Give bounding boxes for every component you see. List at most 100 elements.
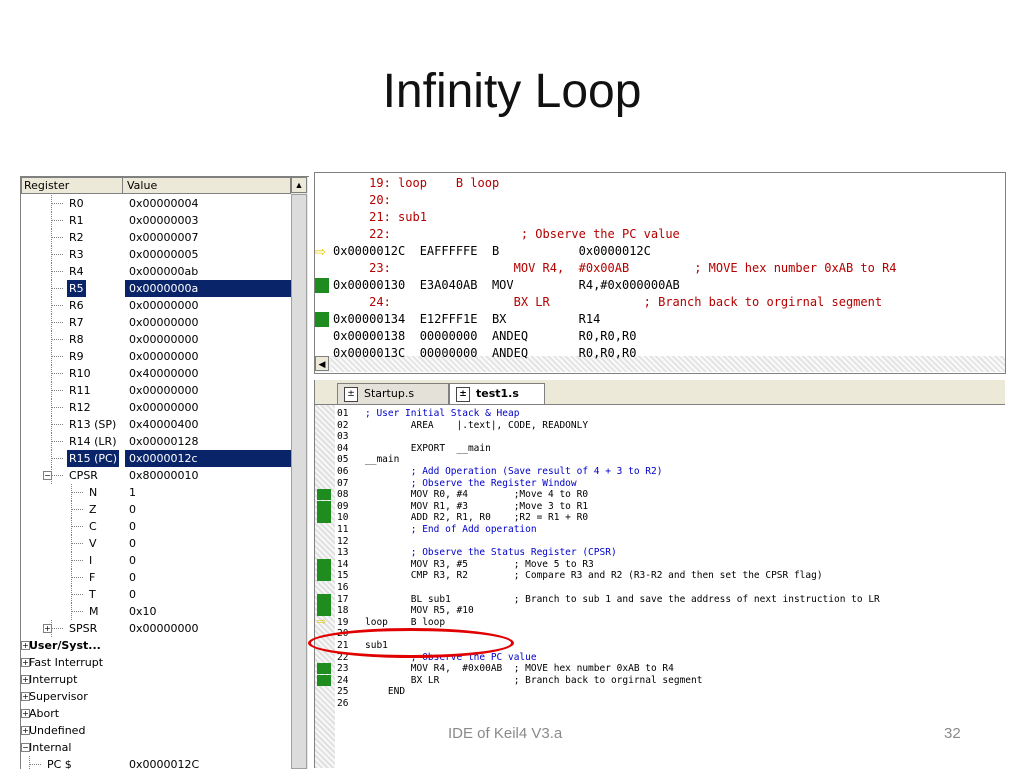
register-row[interactable]: − Internal — [21, 739, 291, 756]
register-value[interactable]: 0x00000005 — [129, 246, 199, 263]
register-value[interactable]: 0x40000000 — [129, 365, 199, 382]
register-row[interactable]: C0 — [21, 518, 291, 535]
register-row[interactable]: R8 0x00000000 — [21, 331, 291, 348]
register-row[interactable]: PC $ 0x0000012C — [21, 756, 291, 769]
register-value[interactable]: 0x0000000a — [125, 280, 291, 297]
source-line[interactable]: 10 ADD R2, R1, R0 ;R2 = R1 + R0 — [315, 512, 1005, 523]
disassembly-line[interactable]: 0x00000134 E12FFF1E BX R14 — [333, 311, 600, 328]
register-value[interactable]: 0x00000000 — [129, 348, 199, 365]
register-value[interactable]: 0x00000128 — [129, 433, 199, 450]
register-row[interactable]: + Fast Interrupt — [21, 654, 291, 671]
scroll-left-icon[interactable]: ◀ — [315, 356, 329, 371]
register-value[interactable]: 0x0000012c — [125, 450, 291, 467]
register-value[interactable]: 0 — [129, 552, 136, 569]
register-row[interactable]: F0 — [21, 569, 291, 586]
register-value[interactable]: 0x00000003 — [129, 212, 199, 229]
disassembly-line[interactable]: 24: BX LR ; Branch back to orgirnal segm… — [333, 294, 882, 311]
disassembly-line[interactable]: 22: ; Observe the PC value — [333, 226, 680, 243]
source-line[interactable]: 23 MOV R4, #0x00AB ; MOVE hex number 0xA… — [315, 663, 1005, 674]
register-row[interactable]: + Interrupt — [21, 671, 291, 688]
disassembly-line[interactable]: 19: loop B loop — [333, 175, 499, 192]
source-line[interactable]: 15 CMP R3, R2 ; Compare R3 and R2 (R3-R2… — [315, 570, 1005, 581]
collapse-icon[interactable]: − — [43, 471, 52, 480]
source-line[interactable]: 05 __main — [315, 454, 1005, 465]
register-value[interactable]: 0x0000012C — [129, 756, 199, 769]
register-row[interactable]: R3 0x00000005 — [21, 246, 291, 263]
register-value[interactable]: 0 — [129, 518, 136, 535]
register-value[interactable]: 1 — [129, 484, 136, 501]
register-value[interactable]: 0x00000000 — [129, 620, 199, 637]
disassembly-line[interactable]: 23: MOV R4, #0x00AB ; MOVE hex number 0x… — [333, 260, 896, 277]
source-line[interactable]: 09 MOV R1, #3 ;Move 3 to R1 — [315, 501, 1005, 512]
source-line[interactable]: 06 ; Add Operation (Save result of 4 + 3… — [315, 466, 1005, 477]
register-value[interactable]: 0x00000007 — [129, 229, 199, 246]
register-scrollbar[interactable]: ▲ — [291, 177, 308, 769]
source-line[interactable]: 01 ; User Initial Stack & Heap — [315, 408, 1005, 419]
register-row[interactable]: R14 (LR) 0x00000128 — [21, 433, 291, 450]
source-line[interactable]: 26 — [315, 698, 1005, 709]
register-row[interactable]: + Undefined — [21, 722, 291, 739]
register-value[interactable]: 0x80000010 — [129, 467, 199, 484]
register-row[interactable]: + Abort — [21, 705, 291, 722]
source-line[interactable]: 12 — [315, 536, 1005, 547]
register-value[interactable]: 0x00000000 — [129, 382, 199, 399]
register-row[interactable]: I0 — [21, 552, 291, 569]
register-row[interactable]: V0 — [21, 535, 291, 552]
expand-icon[interactable]: + — [43, 624, 52, 633]
register-row[interactable]: R13 (SP) 0x40000400 — [21, 416, 291, 433]
register-row[interactable]: R10 0x40000000 — [21, 365, 291, 382]
register-value[interactable]: 0x10 — [129, 603, 157, 620]
register-value[interactable]: 0x40000400 — [129, 416, 199, 433]
disassembly-line[interactable]: 0x0000013C 00000000 ANDEQ R0,R0,R0 — [333, 345, 636, 362]
source-line[interactable]: 08 MOV R0, #4 ;Move 4 to R0 — [315, 489, 1005, 500]
register-row[interactable]: Z0 — [21, 501, 291, 518]
column-header-register[interactable]: Register — [21, 177, 123, 194]
register-row[interactable]: R9 0x00000000 — [21, 348, 291, 365]
column-header-value[interactable]: Value — [123, 177, 291, 194]
source-line[interactable]: 14 MOV R3, #5 ; Move 5 to R3 — [315, 559, 1005, 570]
register-row[interactable]: R6 0x00000000 — [21, 297, 291, 314]
register-value[interactable]: 0x000000ab — [129, 263, 198, 280]
register-row[interactable]: R12 0x00000000 — [21, 399, 291, 416]
scroll-thumb[interactable] — [291, 194, 307, 769]
register-value[interactable]: 0 — [129, 586, 136, 603]
register-value[interactable]: 0x00000000 — [129, 399, 199, 416]
register-row[interactable]: R15 (PC) 0x0000012c — [21, 450, 291, 467]
register-row[interactable]: R5 0x0000000a — [21, 280, 291, 297]
source-line[interactable]: 04 EXPORT __main — [315, 443, 1005, 454]
source-line[interactable]: 25 END — [315, 686, 1005, 697]
register-row[interactable]: + SPSR 0x00000000 — [21, 620, 291, 637]
source-line[interactable]: 16 — [315, 582, 1005, 593]
register-row[interactable]: R11 0x00000000 — [21, 382, 291, 399]
tab-startup[interactable]: ± Startup.s — [337, 383, 449, 404]
register-value[interactable]: 0x00000000 — [129, 331, 199, 348]
source-line[interactable]: 07 ; Observe the Register Window — [315, 478, 1005, 489]
source-line[interactable]: 19 loop B loop — [315, 617, 1005, 628]
source-line[interactable]: 11 ; End of Add operation — [315, 524, 1005, 535]
register-value[interactable]: 0x00000004 — [129, 195, 199, 212]
register-value[interactable]: 0 — [129, 535, 136, 552]
register-row[interactable]: R7 0x00000000 — [21, 314, 291, 331]
source-line[interactable]: 17 BL sub1 ; Branch to sub 1 and save th… — [315, 594, 1005, 605]
disassembly-line[interactable]: 0x00000138 00000000 ANDEQ R0,R0,R0 — [333, 328, 636, 345]
register-value[interactable]: 0 — [129, 569, 136, 586]
source-line[interactable]: 18 MOV R5, #10 — [315, 605, 1005, 616]
register-row[interactable]: + User/Syst... — [21, 637, 291, 654]
disassembly-line[interactable]: 20: — [333, 192, 391, 209]
register-row[interactable]: T0 — [21, 586, 291, 603]
disassembly-line[interactable]: 0x00000130 E3A040AB MOV R4,#0x000000AB — [333, 277, 680, 294]
register-value[interactable]: 0 — [129, 501, 136, 518]
register-row[interactable]: R1 0x00000003 — [21, 212, 291, 229]
register-value[interactable]: 0x00000000 — [129, 297, 199, 314]
disassembly-line[interactable]: 21: sub1 — [333, 209, 427, 226]
register-value[interactable]: 0x00000000 — [129, 314, 199, 331]
register-row[interactable]: R0 0x00000004 — [21, 195, 291, 212]
source-line[interactable]: 13 ; Observe the Status Register (CPSR) — [315, 547, 1005, 558]
tab-test1[interactable]: ± test1.s — [449, 383, 545, 404]
register-row[interactable]: R4 0x000000ab — [21, 263, 291, 280]
source-line[interactable]: 02 AREA |.text|, CODE, READONLY — [315, 420, 1005, 431]
source-line[interactable]: 24 BX LR ; Branch back to orgirnal segme… — [315, 675, 1005, 686]
register-row[interactable]: M 0x10 — [21, 603, 291, 620]
disassembly-line[interactable]: 0x0000012C EAFFFFFE B 0x0000012C — [333, 243, 651, 260]
register-row[interactable]: R2 0x00000007 — [21, 229, 291, 246]
